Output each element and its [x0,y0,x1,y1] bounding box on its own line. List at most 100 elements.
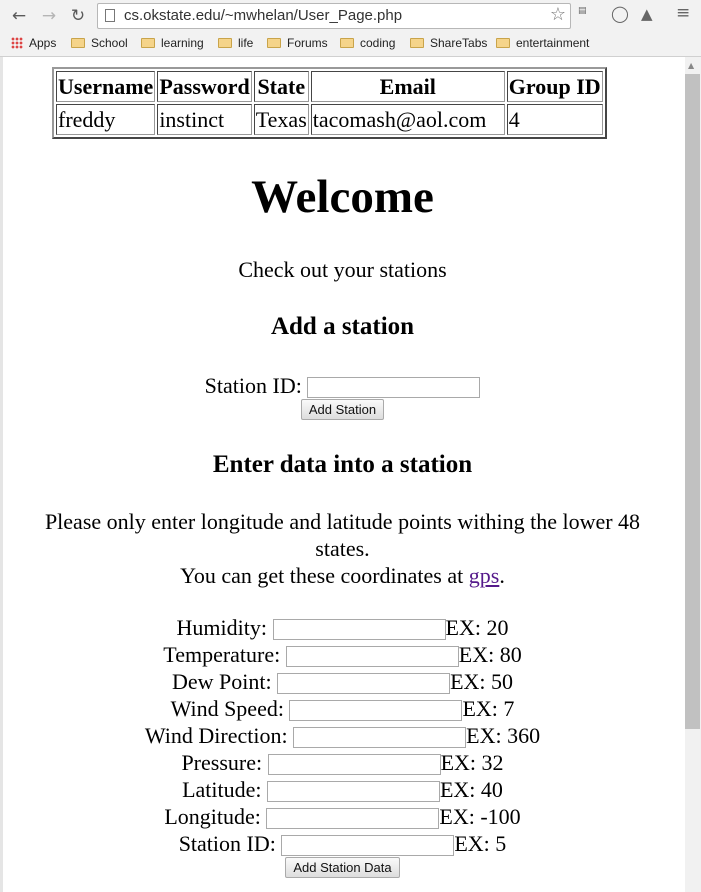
pressure-input[interactable] [267,754,441,776]
field-latitude: Latitude: EX: 40 [0,776,685,803]
folder-icon [410,38,424,48]
bookmark-entertainment[interactable]: entertainment [496,36,589,50]
folder-icon [218,38,232,48]
header-group-id: Group ID [506,71,603,102]
field-label: Dew Point: [171,669,272,694]
field-label: Humidity: [176,615,267,640]
page-content: Username Password State Email Group ID f… [0,57,685,892]
add-station-form: Station ID: [0,372,685,399]
add-station-data-button-wrap: Add Station Data [0,857,685,878]
bookmark-label: School [91,36,128,50]
address-bar[interactable]: cs.okstate.edu/~mwhelan/User_Page.php ☆ [97,3,571,29]
extension-tools-icon[interactable]: ▤ [578,7,587,16]
field-example: EX: 50 [450,669,514,694]
field-dew-point: Dew Point: EX: 50 [0,668,685,695]
folder-icon [496,38,510,48]
folder-icon [340,38,354,48]
header-username: Username [56,71,156,102]
field-label: Wind Speed: [170,696,284,721]
google-drive-icon[interactable]: ▲ [641,5,653,23]
header-password: Password [157,71,252,102]
folder-icon [71,38,85,48]
field-label: Wind Direction: [144,723,288,748]
field-label: Temperature: [163,642,281,667]
field-longitude: Longitude: EX: -100 [0,803,685,830]
table-header-row: Username Password State Email Group ID [56,71,603,102]
bookmark-label: ShareTabs [430,36,488,50]
bookmark-label: learning [161,36,204,50]
bookmark-label: Forums [287,36,328,50]
bookmark-label: Apps [29,36,57,50]
coordinates-note-line1: Please only enter longitude and latitude… [44,509,641,534]
field-wind-direction: Wind Direction: EX: 360 [0,722,685,749]
browser-toolbar: ← → ↻ cs.okstate.edu/~mwhelan/User_Page.… [0,0,701,32]
field-example: EX: 7 [462,696,515,721]
bookmark-label: entertainment [516,36,590,50]
reload-icon[interactable]: ↻ [67,5,89,27]
bookmark-label: coding [360,36,396,50]
scrollbar-thumb[interactable] [685,74,700,729]
field-example: EX: 32 [440,750,504,775]
header-email: Email [310,71,505,102]
field-label: Pressure: [181,750,263,775]
welcome-subtitle: Check out your stations [238,257,447,282]
field-label: Longitude: [164,804,261,829]
temperature-input[interactable] [285,646,459,668]
bookmark-learning[interactable]: learning [141,36,204,50]
field-example: EX: 360 [466,723,541,748]
gps-link[interactable]: gps [469,563,500,588]
back-icon[interactable]: ← [8,5,30,27]
bookmark-apps[interactable]: Apps [11,36,56,50]
menu-icon[interactable]: ≡ [676,3,690,23]
folder-icon [141,38,155,48]
bookmark-coding[interactable]: coding [340,36,395,50]
welcome-section: Welcome [0,170,685,224]
page-title: Welcome [251,171,434,223]
coordinates-note-line2: states. [315,536,370,561]
table-row: freddy instinct Texas tacomash@aol.com 4 [56,104,603,135]
coordinates-prefix: You can get these coordinates at [180,563,469,588]
field-station-id: Station ID: EX: 5 [0,830,685,857]
field-wind-speed: Wind Speed: EX: 7 [0,695,685,722]
add-station-heading: Add a station [270,313,415,340]
scroll-up-arrow-icon[interactable]: ▲ [688,61,694,70]
field-example: EX: 20 [445,615,509,640]
cell-group-id: 4 [506,104,603,135]
bookmark-school[interactable]: School [71,36,128,50]
wind-speed-input[interactable] [289,700,463,722]
page-icon [105,9,115,22]
humidity-input[interactable] [272,619,446,641]
longitude-input[interactable] [266,808,440,830]
cell-password: instinct [157,104,252,135]
field-label: Latitude: [182,777,262,802]
bookmark-sharetabs[interactable]: ShareTabs [410,36,487,50]
cell-state: Texas [253,104,309,135]
station-id-label: Station ID: [204,373,302,398]
bookmark-forums[interactable]: Forums [267,36,328,50]
apps-grid-icon [11,37,23,49]
enter-data-heading: Enter data into a station [212,451,473,478]
coordinates-source: You can get these coordinates at gps. [0,563,685,589]
field-humidity: Humidity: EX: 20 [0,614,685,641]
dew-point-input[interactable] [277,673,451,695]
folder-icon [267,38,281,48]
station-id-input[interactable] [307,377,481,399]
field-pressure: Pressure: EX: 32 [0,749,685,776]
coordinates-suffix: . [499,563,505,588]
latitude-input[interactable] [266,781,440,803]
field-example: EX: -100 [439,804,521,829]
data-station-id-input[interactable] [281,835,455,857]
bookmarks-bar: Apps School learning life Forums coding … [0,32,701,57]
bookmark-label: life [238,36,254,50]
bookmark-star-icon[interactable]: ☆ [550,4,566,25]
field-example: EX: 40 [439,777,503,802]
forward-icon[interactable]: → [38,5,60,27]
cell-email: tacomash@aol.com [310,104,505,135]
field-label: Station ID: [178,831,276,856]
wind-direction-input[interactable] [293,727,467,749]
add-station-data-button[interactable]: Add Station Data [285,857,400,878]
field-example: EX: 80 [458,642,522,667]
add-station-button[interactable]: Add Station [300,399,385,420]
extension-compass-icon[interactable]: ◯ [611,4,629,23]
bookmark-life[interactable]: life [218,36,253,50]
